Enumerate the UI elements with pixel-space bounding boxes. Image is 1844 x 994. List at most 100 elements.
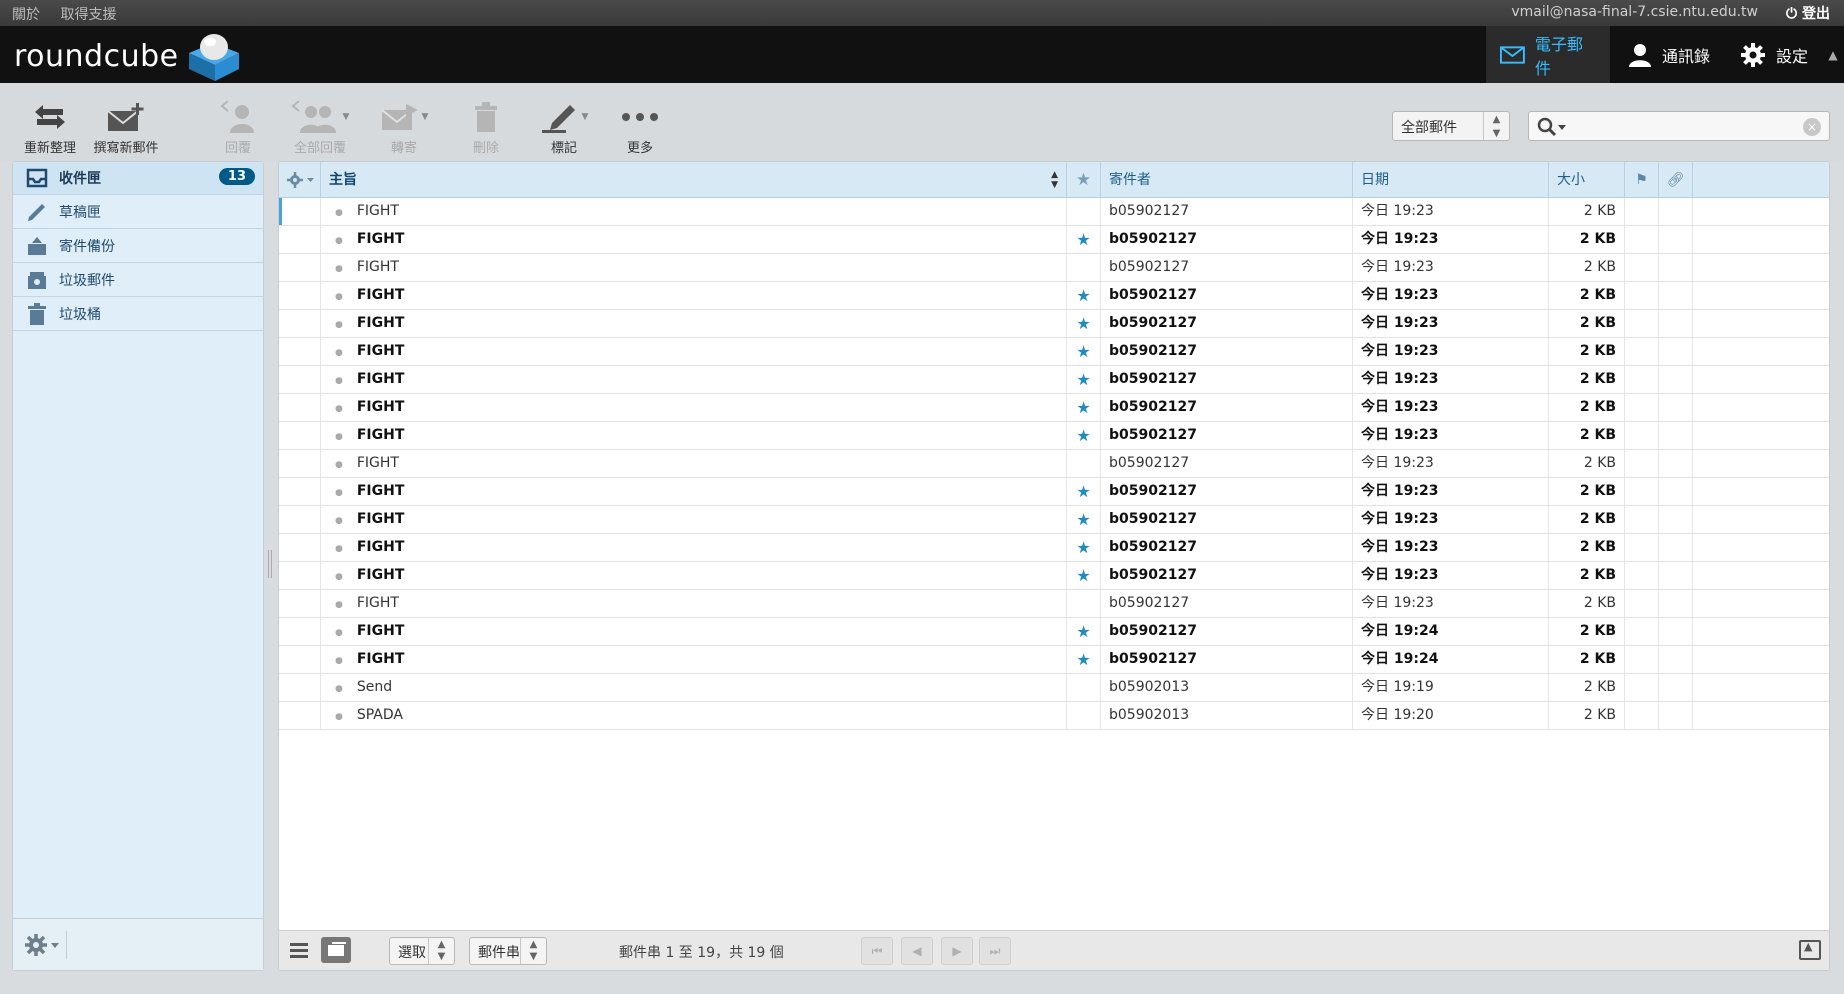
folder-actions-button[interactable] <box>23 931 67 959</box>
refresh-button[interactable]: 重新整理 <box>10 99 90 156</box>
folder-sent[interactable]: 寄件備份 <box>13 230 263 263</box>
flagged-cell[interactable] <box>1067 702 1101 729</box>
table-row[interactable]: ● FIGHT b05902127 今日 19:23 2 KB <box>279 590 1829 618</box>
list-view-button[interactable] <box>289 941 309 963</box>
flag-cell[interactable] <box>1625 590 1659 617</box>
flag-cell[interactable] <box>1625 422 1659 449</box>
flag-cell[interactable] <box>1625 450 1659 477</box>
table-row[interactable]: ● Send b05902013 今日 19:19 2 KB <box>279 674 1829 702</box>
folder-junk[interactable]: 垃圾郵件 <box>13 264 263 297</box>
flagged-cell[interactable] <box>1067 254 1101 281</box>
delete-button[interactable]: 刪除 <box>446 99 526 156</box>
flag-cell[interactable] <box>1625 702 1659 729</box>
first-page-button[interactable]: ⏮ <box>861 937 893 965</box>
table-row[interactable]: ● FIGHT ★ b05902127 今日 19:23 2 KB <box>279 422 1829 450</box>
flag-cell[interactable] <box>1625 366 1659 393</box>
flagged-cell[interactable]: ★ <box>1067 226 1101 253</box>
column-attachment[interactable]: 🔗︎ <box>1659 162 1693 198</box>
column-flag[interactable]: ⚑ <box>1625 162 1659 198</box>
folder-trash[interactable]: 垃圾桶 <box>13 298 263 331</box>
flagged-cell[interactable]: ★ <box>1067 646 1101 673</box>
search-icon[interactable] <box>1537 117 1567 141</box>
flag-cell[interactable] <box>1625 562 1659 589</box>
roundcube-logo[interactable]: roundcube <box>14 34 241 81</box>
flagged-cell[interactable]: ★ <box>1067 366 1101 393</box>
flagged-cell[interactable]: ★ <box>1067 506 1101 533</box>
pane-splitter[interactable] <box>268 550 272 578</box>
table-row[interactable]: ● FIGHT b05902127 今日 19:23 2 KB <box>279 254 1829 282</box>
flag-cell[interactable] <box>1625 198 1659 225</box>
table-row[interactable]: ● FIGHT ★ b05902127 今日 19:23 2 KB <box>279 338 1829 366</box>
forward-button[interactable]: ▼ 轉寄 <box>364 99 444 156</box>
flag-cell[interactable] <box>1625 506 1659 533</box>
toggle-preview-button[interactable]: ▲ <box>1799 940 1821 960</box>
flagged-cell[interactable]: ★ <box>1067 394 1101 421</box>
flag-cell[interactable] <box>1625 338 1659 365</box>
flag-cell[interactable] <box>1625 254 1659 281</box>
logout-button[interactable]: ⏻ 登出 <box>1786 3 1830 23</box>
table-row[interactable]: ● FIGHT ★ b05902127 今日 19:23 2 KB <box>279 562 1829 590</box>
table-row[interactable]: ● FIGHT ★ b05902127 今日 19:23 2 KB <box>279 282 1829 310</box>
flag-cell[interactable] <box>1625 674 1659 701</box>
next-page-button[interactable]: ▶ <box>941 937 973 965</box>
flagged-cell[interactable]: ★ <box>1067 338 1101 365</box>
search-clear-icon[interactable]: × <box>1803 118 1821 136</box>
table-row[interactable]: ● FIGHT ★ b05902127 今日 19:23 2 KB <box>279 506 1829 534</box>
flagged-cell[interactable]: ★ <box>1067 562 1101 589</box>
flagged-cell[interactable]: ★ <box>1067 422 1101 449</box>
flagged-cell[interactable]: ★ <box>1067 534 1101 561</box>
flagged-cell[interactable] <box>1067 590 1101 617</box>
column-from[interactable]: 寄件者 <box>1101 162 1353 198</box>
flag-cell[interactable] <box>1625 310 1659 337</box>
flagged-cell[interactable]: ★ <box>1067 282 1101 309</box>
folder-drafts[interactable]: 草稿匣 <box>13 196 263 229</box>
previous-page-button[interactable]: ◀ <box>901 937 933 965</box>
support-link[interactable]: 取得支援 <box>60 7 116 23</box>
reply-button[interactable]: 回覆 <box>198 99 278 156</box>
table-row[interactable]: ● SPADA b05902013 今日 19:20 2 KB <box>279 702 1829 730</box>
table-row[interactable]: ● FIGHT ★ b05902127 今日 19:23 2 KB <box>279 534 1829 562</box>
flag-cell[interactable] <box>1625 478 1659 505</box>
task-contacts[interactable]: 通訊錄 <box>1614 26 1724 83</box>
table-row[interactable]: ● FIGHT ★ b05902127 今日 19:24 2 KB <box>279 618 1829 646</box>
compose-button[interactable]: 撰寫新郵件 <box>86 99 166 156</box>
last-page-button[interactable]: ⏭ <box>979 937 1011 965</box>
flagged-cell[interactable]: ★ <box>1067 618 1101 645</box>
threads-menu[interactable]: 郵件串 ▲ ▼ <box>469 937 547 965</box>
table-row[interactable]: ● FIGHT b05902127 今日 19:23 2 KB <box>279 450 1829 478</box>
table-row[interactable]: ● FIGHT ★ b05902127 今日 19:23 2 KB <box>279 478 1829 506</box>
filter-select[interactable]: 全部郵件 ▲ ▼ <box>1392 111 1510 141</box>
column-date[interactable]: 日期 <box>1353 162 1549 198</box>
flag-cell[interactable] <box>1625 394 1659 421</box>
thread-view-button[interactable] <box>321 937 351 963</box>
select-menu[interactable]: 選取 ▲ ▼ <box>389 937 455 965</box>
table-row[interactable]: ● FIGHT ★ b05902127 今日 19:23 2 KB <box>279 366 1829 394</box>
flag-cell[interactable] <box>1625 534 1659 561</box>
about-link[interactable]: 關於 <box>12 7 40 23</box>
flagged-cell[interactable] <box>1067 450 1101 477</box>
header-collapse-button[interactable]: ▲ <box>1822 26 1844 83</box>
column-flagged[interactable]: ★ <box>1067 162 1101 198</box>
mark-button[interactable]: ▼ 標記 <box>524 99 604 156</box>
flag-cell[interactable] <box>1625 618 1659 645</box>
flagged-cell[interactable] <box>1067 198 1101 225</box>
task-settings[interactable]: 設定 <box>1726 26 1822 83</box>
table-row[interactable]: ● FIGHT ★ b05902127 今日 19:23 2 KB <box>279 310 1829 338</box>
reply-all-button[interactable]: ▼ 全部回覆 <box>280 99 360 156</box>
flag-cell[interactable] <box>1625 646 1659 673</box>
table-row[interactable]: ● FIGHT b05902127 今日 19:23 2 KB <box>279 198 1829 226</box>
column-size[interactable]: 大小 <box>1549 162 1625 198</box>
table-row[interactable]: ● FIGHT ★ b05902127 今日 19:24 2 KB <box>279 646 1829 674</box>
flag-cell[interactable] <box>1625 226 1659 253</box>
column-subject[interactable]: 主旨 ▲ ▼ <box>321 162 1067 198</box>
search-input[interactable] <box>1569 116 1789 136</box>
table-row[interactable]: ● FIGHT ★ b05902127 今日 19:23 2 KB <box>279 394 1829 422</box>
flagged-cell[interactable]: ★ <box>1067 478 1101 505</box>
flagged-cell[interactable]: ★ <box>1067 310 1101 337</box>
flagged-cell[interactable] <box>1067 674 1101 701</box>
task-mail[interactable]: 電子郵件 <box>1486 26 1610 83</box>
flag-cell[interactable] <box>1625 282 1659 309</box>
more-button[interactable]: 更多 <box>600 99 680 156</box>
table-row[interactable]: ● FIGHT ★ b05902127 今日 19:23 2 KB <box>279 226 1829 254</box>
list-options-button[interactable] <box>279 162 321 198</box>
